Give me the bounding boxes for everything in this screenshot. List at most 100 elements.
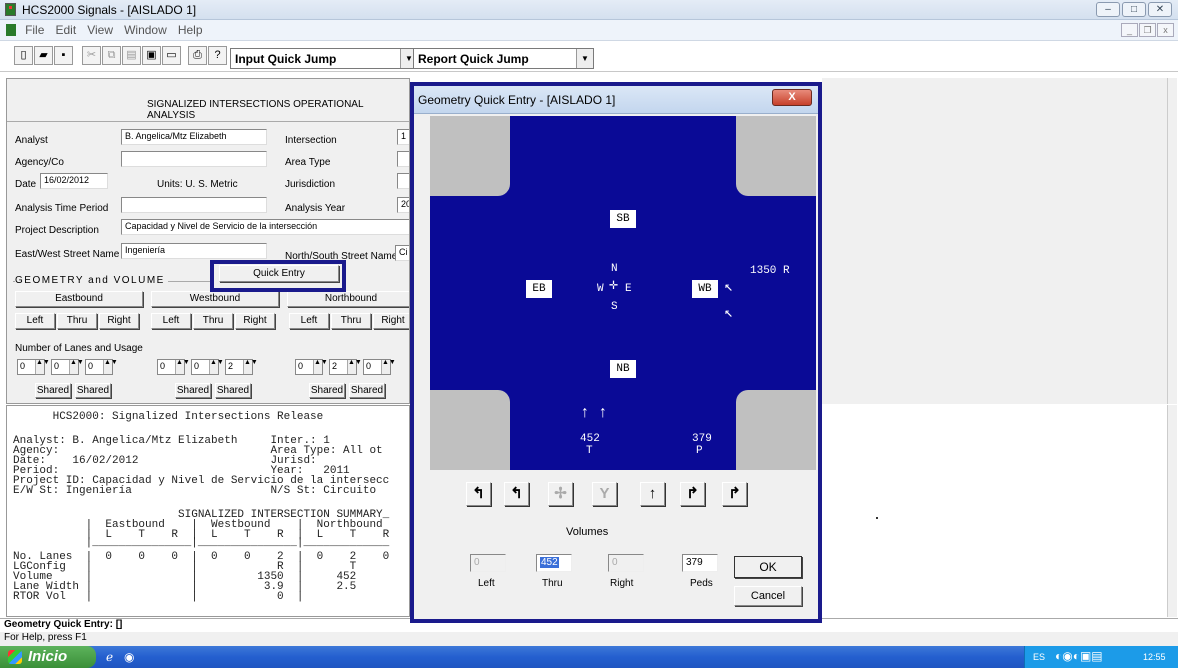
nb-approach-label[interactable]: NB [610, 360, 636, 378]
save-icon[interactable]: ▪ [54, 46, 73, 65]
mdi-close-button[interactable]: x [1157, 23, 1174, 37]
cut-icon[interactable]: ✂ [82, 46, 101, 65]
form-header: SIGNALIZED INTERSECTIONS OPERATIONAL ANA… [147, 99, 364, 121]
report-quick-jump-select[interactable]: Report Quick Jump ▼ [413, 48, 594, 69]
jurisdiction-field[interactable] [397, 173, 409, 189]
stepper-arrows-icon[interactable]: ▲▼ [103, 359, 118, 374]
analyst-field[interactable]: B. Angelica/Mtz Elizabeth [121, 129, 267, 145]
wb-approach-label[interactable]: WB [692, 280, 718, 298]
quicklaunch-ie-icon[interactable]: ℯ [106, 650, 113, 664]
nb-right-lanes-stepper[interactable]: 0 ▲▼ [363, 359, 396, 375]
nb-thru-button[interactable]: Thru [331, 313, 371, 329]
close-button[interactable]: ✕ [1148, 2, 1172, 17]
wb-right-button[interactable]: Right [235, 313, 275, 329]
lane-thru-icon[interactable]: ↑ [640, 482, 665, 506]
nb-left-button[interactable]: Left [289, 313, 329, 329]
right-volume-field[interactable]: 0 [608, 554, 644, 572]
eb-thru-lanes-stepper[interactable]: 0 ▲▼ [51, 359, 84, 375]
lane-all-movements-icon[interactable]: ✢ [548, 482, 573, 506]
year-field[interactable]: 20 [397, 197, 409, 213]
period-field[interactable] [121, 197, 267, 213]
menu-help[interactable]: Help [174, 20, 207, 40]
stepper-arrows-icon[interactable]: ▲▼ [209, 359, 224, 374]
sb-approach-label[interactable]: SB [610, 210, 636, 228]
language-indicator[interactable]: ES [1033, 652, 1045, 662]
analyst-label: Analyst [15, 135, 48, 146]
new-file-icon[interactable]: ▯ [14, 46, 33, 65]
menu-edit[interactable]: Edit [51, 20, 80, 40]
nb-shared-button[interactable]: Shared [349, 383, 385, 398]
eastbound-header[interactable]: Eastbound [15, 291, 143, 307]
stepper-arrows-icon[interactable]: ▲▼ [347, 359, 362, 374]
eb-thru-button[interactable]: Thru [57, 313, 97, 329]
lane-right-turn-icon[interactable]: ↱ [680, 482, 705, 506]
nb-shared-button[interactable]: Shared [309, 383, 345, 398]
input-view-icon[interactable]: ▣ [142, 46, 161, 65]
cancel-button[interactable]: Cancel [734, 586, 802, 606]
menu-window[interactable]: Window [120, 20, 171, 40]
ok-button[interactable]: OK [734, 556, 802, 578]
nb-right-button[interactable]: Right [373, 313, 409, 329]
stepper-arrows-icon[interactable]: ▲▼ [313, 359, 328, 374]
menu-view[interactable]: View [83, 20, 117, 40]
lane-left-right-icon[interactable]: Y [592, 482, 617, 506]
nb-thru-lanes-stepper[interactable]: 2 ▲▼ [329, 359, 362, 375]
print-icon[interactable]: ⎙ [188, 46, 207, 65]
chevron-down-icon[interactable]: ▼ [576, 49, 593, 68]
ew-street-field[interactable]: Ingeniería [121, 243, 267, 259]
open-folder-icon[interactable]: ▰ [34, 46, 53, 65]
ns-street-field[interactable]: Ci [395, 245, 409, 261]
date-field[interactable]: 16/02/2012 [40, 173, 108, 189]
start-button[interactable]: Inicio [0, 646, 96, 668]
copy-icon[interactable]: ⧉ [102, 46, 121, 65]
westbound-header[interactable]: Westbound [151, 291, 279, 307]
left-volume-field[interactable]: 0 [470, 554, 506, 572]
wb-thru-lanes-stepper[interactable]: 0 ▲▼ [191, 359, 224, 375]
wb-shared-button[interactable]: Shared [215, 383, 251, 398]
area-type-field[interactable] [397, 151, 409, 167]
eb-left-lanes-stepper[interactable]: 0 ▲▼ [17, 359, 50, 375]
lane-left-thru-icon[interactable]: ↰ [504, 482, 529, 506]
wb-left-lanes-stepper[interactable]: 0 ▲▼ [157, 359, 190, 375]
stepper-value: 0 [54, 361, 60, 371]
stepper-arrows-icon[interactable]: ▲▼ [381, 359, 396, 374]
stepper-arrows-icon[interactable]: ▲▼ [243, 359, 258, 374]
nb-left-lanes-stepper[interactable]: 0 ▲▼ [295, 359, 328, 375]
thru-volume-field[interactable]: 452 [536, 554, 572, 572]
peds-volume-field[interactable]: 379 [682, 554, 718, 572]
maximize-button[interactable]: □ [1122, 2, 1146, 17]
quicklaunch-browser-icon[interactable]: ◉ [124, 650, 134, 664]
stepper-arrows-icon[interactable]: ▲▼ [69, 359, 84, 374]
agency-field[interactable] [121, 151, 267, 167]
project-field[interactable]: Capacidad y Nivel de Servicio de la inte… [121, 219, 409, 235]
eb-shared-button[interactable]: Shared [75, 383, 111, 398]
wb-right-lanes-stepper[interactable]: 2 ▲▼ [225, 359, 258, 375]
lane-left-turn-icon[interactable]: ↰ [466, 482, 491, 506]
lane-thru-right-icon[interactable]: ↱ [722, 482, 747, 506]
dialog-close-button[interactable]: X [772, 89, 812, 106]
report-view-icon[interactable]: ▭ [162, 46, 181, 65]
wb-left-button[interactable]: Left [151, 313, 191, 329]
eb-right-button[interactable]: Right [99, 313, 139, 329]
eb-approach-label[interactable]: EB [526, 280, 552, 298]
mdi-minimize-button[interactable]: _ [1121, 23, 1138, 37]
mdi-restore-button[interactable]: ❐ [1139, 23, 1156, 37]
input-quick-jump-select[interactable]: Input Quick Jump ▼ [230, 48, 418, 69]
input-quick-jump-value: Input Quick Jump [235, 52, 337, 66]
minimize-button[interactable]: – [1096, 2, 1120, 17]
input-scrollbar[interactable] [1167, 78, 1177, 404]
eb-right-lanes-stepper[interactable]: 0 ▲▼ [85, 359, 118, 375]
help-icon[interactable]: ? [208, 46, 227, 65]
wb-thru-button[interactable]: Thru [193, 313, 233, 329]
wb-shared-button[interactable]: Shared [175, 383, 211, 398]
menu-file[interactable]: File [21, 20, 48, 40]
paste-icon[interactable]: ▤ [122, 46, 141, 65]
stepper-arrows-icon[interactable]: ▲▼ [35, 359, 50, 374]
report-scrollbar[interactable] [1167, 405, 1177, 617]
stepper-arrows-icon[interactable]: ▲▼ [175, 359, 190, 374]
northbound-header[interactable]: Northbound [287, 291, 409, 307]
eb-left-button[interactable]: Left [15, 313, 55, 329]
eb-shared-button[interactable]: Shared [35, 383, 71, 398]
intersection-field[interactable]: 1 [397, 129, 409, 145]
tray-icons[interactable]: ◐◉◐▣▤ [1055, 649, 1103, 663]
